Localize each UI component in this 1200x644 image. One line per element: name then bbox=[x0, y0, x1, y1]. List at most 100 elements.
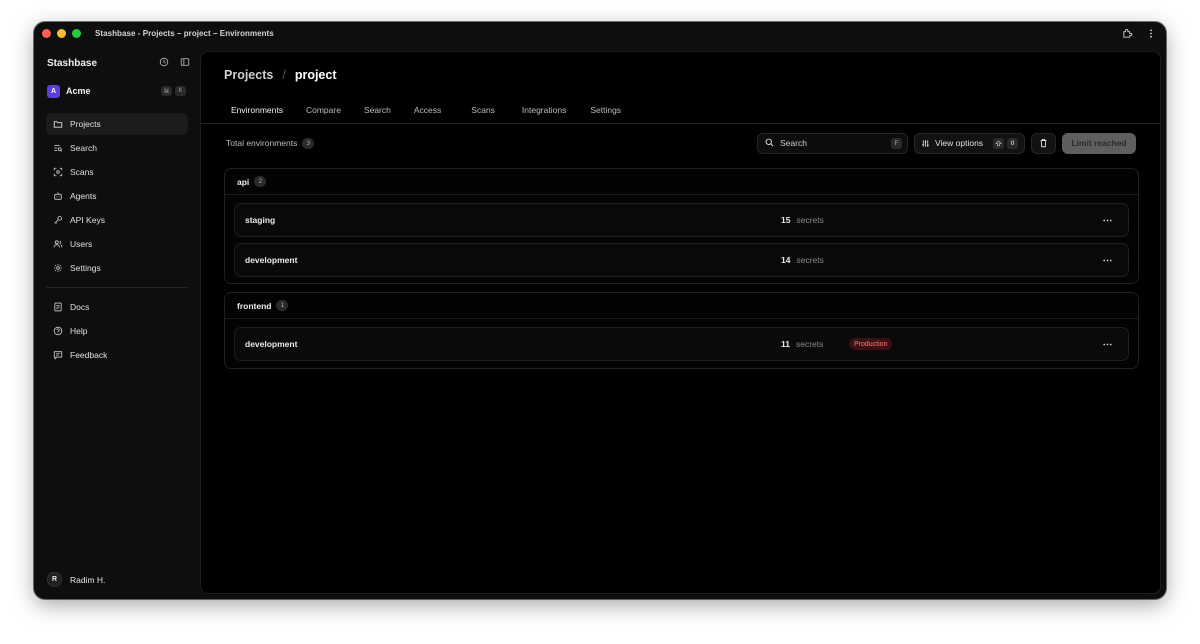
sidebar-item-label: Feedback bbox=[70, 350, 108, 360]
sidebar-item-label: Scans bbox=[70, 167, 94, 177]
maximize-window-button[interactable] bbox=[72, 29, 81, 38]
app-window: Stashbase - Projects – project – Environ… bbox=[34, 22, 1166, 599]
secrets-number: 14 bbox=[781, 255, 791, 265]
sidebar-item-feedback[interactable]: Feedback bbox=[46, 344, 188, 366]
secrets-number: 15 bbox=[781, 215, 791, 225]
window-title: Stashbase - Projects – project – Environ… bbox=[95, 29, 274, 38]
user-menu[interactable]: R Radim H. bbox=[47, 572, 105, 587]
users-icon bbox=[53, 239, 63, 249]
k-key: K bbox=[175, 86, 186, 96]
shift-key-icon bbox=[993, 137, 1004, 149]
sidebar-divider bbox=[46, 287, 188, 288]
brand-name: Stashbase bbox=[47, 57, 98, 69]
sidebar-item-help[interactable]: Help bbox=[46, 320, 188, 342]
search-list-icon bbox=[53, 143, 63, 153]
tab-environments[interactable]: Environments bbox=[224, 97, 290, 124]
breadcrumb-projects-link[interactable]: Projects bbox=[224, 68, 273, 82]
sidebar-item-label: Projects bbox=[70, 119, 101, 129]
org-name: Acme bbox=[66, 86, 91, 96]
secrets-count: 11 secrets bbox=[781, 339, 823, 349]
sidebar-item-settings[interactable]: Settings bbox=[46, 257, 188, 279]
sidebar-item-label: Settings bbox=[70, 263, 101, 273]
tab-integrations[interactable]: Integrations bbox=[515, 97, 573, 123]
search-shortcut: F bbox=[891, 137, 902, 149]
sidebar-item-docs[interactable]: Docs bbox=[46, 296, 188, 318]
environment-group-api: api 2 staging 15 secrets development 14 … bbox=[224, 168, 1139, 284]
total-environments-count: 3 bbox=[302, 137, 315, 149]
sliders-icon bbox=[921, 139, 930, 148]
org-shortcut: ⌘ K bbox=[161, 86, 186, 96]
more-horizontal-icon[interactable] bbox=[1100, 253, 1114, 267]
tab-access[interactable]: Access bbox=[407, 97, 448, 123]
sidebar: Stashbase A Acme ⌘ K Projects Search Sca… bbox=[34, 45, 200, 599]
sidebar-item-projects[interactable]: Projects bbox=[46, 113, 188, 135]
secrets-count: 14 secrets bbox=[781, 255, 824, 265]
view-options-label: View options bbox=[935, 138, 984, 148]
production-badge: Production bbox=[849, 338, 893, 350]
message-icon bbox=[53, 350, 63, 360]
tab-settings[interactable]: Settings bbox=[583, 97, 628, 123]
user-name: Radim H. bbox=[70, 574, 106, 585]
environment-name: development bbox=[245, 255, 298, 265]
tab-search[interactable]: Search bbox=[357, 97, 398, 123]
sidebar-item-users[interactable]: Users bbox=[46, 233, 188, 255]
breadcrumb: Projects / project bbox=[224, 68, 337, 82]
main-panel: Projects / project Environments Compare … bbox=[200, 51, 1161, 594]
total-environments-label: Total environments bbox=[226, 138, 298, 148]
environment-name: staging bbox=[245, 215, 276, 225]
tab-scans[interactable]: Scans bbox=[464, 97, 502, 123]
close-window-button[interactable] bbox=[42, 29, 51, 38]
extension-icon[interactable] bbox=[1121, 27, 1133, 39]
bot-icon bbox=[53, 191, 63, 201]
traffic-lights bbox=[42, 29, 81, 38]
breadcrumb-separator: / bbox=[282, 68, 286, 82]
group-name: frontend bbox=[237, 300, 272, 311]
view-options-button[interactable]: View options 0 bbox=[914, 132, 1025, 154]
environment-row[interactable]: development 11 secrets Production bbox=[234, 327, 1129, 361]
view-options-count: 0 bbox=[1007, 137, 1018, 149]
environment-row[interactable]: development 14 secrets bbox=[234, 243, 1129, 277]
search-box[interactable]: F bbox=[757, 132, 908, 154]
group-header[interactable]: frontend 1 bbox=[225, 293, 1138, 319]
group-header[interactable]: api 2 bbox=[225, 169, 1138, 195]
org-switcher[interactable]: A Acme ⌘ K bbox=[47, 83, 186, 99]
secrets-label: secrets bbox=[796, 339, 824, 349]
org-avatar: A bbox=[47, 84, 60, 98]
group-count: 1 bbox=[276, 300, 289, 311]
toolbar: Total environments 3 F View options bbox=[226, 132, 1136, 154]
more-vertical-icon[interactable] bbox=[1145, 27, 1157, 39]
gear-icon bbox=[53, 263, 63, 273]
environment-row[interactable]: staging 15 secrets bbox=[234, 203, 1129, 237]
sidebar-item-api-keys[interactable]: API Keys bbox=[46, 209, 188, 231]
sidebar-item-label: Docs bbox=[70, 302, 90, 312]
sidebar-nav: Projects Search Scans Agents API Keys Us… bbox=[46, 113, 188, 368]
sidebar-item-search[interactable]: Search bbox=[46, 137, 188, 159]
secrets-count: 15 secrets bbox=[781, 215, 824, 225]
sidebar-item-label: API Keys bbox=[70, 215, 105, 225]
tab-compare[interactable]: Compare bbox=[299, 97, 348, 123]
help-circle-icon bbox=[53, 326, 63, 336]
tab-bar: Environments Compare Search Access Scans… bbox=[224, 97, 637, 124]
toggle-sidebar-icon[interactable] bbox=[180, 54, 190, 72]
sidebar-item-label: Agents bbox=[70, 191, 97, 201]
document-icon bbox=[53, 302, 63, 312]
more-horizontal-icon[interactable] bbox=[1100, 337, 1114, 351]
delete-button[interactable] bbox=[1031, 132, 1056, 154]
group-count: 2 bbox=[254, 176, 267, 187]
scan-icon bbox=[53, 167, 63, 177]
more-horizontal-icon[interactable] bbox=[1100, 213, 1114, 227]
limit-reached-button[interactable]: Limit reached bbox=[1062, 132, 1136, 154]
search-input[interactable] bbox=[780, 138, 880, 148]
title-bar: Stashbase - Projects – project – Environ… bbox=[34, 22, 1166, 45]
sidebar-item-scans[interactable]: Scans bbox=[46, 161, 188, 183]
cmd-key: ⌘ bbox=[161, 86, 172, 96]
page-title: project bbox=[294, 68, 337, 82]
sidebar-item-agents[interactable]: Agents bbox=[46, 185, 188, 207]
history-icon[interactable] bbox=[159, 54, 169, 72]
secrets-label: secrets bbox=[796, 255, 824, 265]
sidebar-item-label: Users bbox=[70, 239, 93, 249]
minimize-window-button[interactable] bbox=[57, 29, 66, 38]
key-icon bbox=[53, 215, 63, 225]
trash-icon bbox=[1039, 138, 1048, 148]
search-icon bbox=[765, 134, 774, 152]
